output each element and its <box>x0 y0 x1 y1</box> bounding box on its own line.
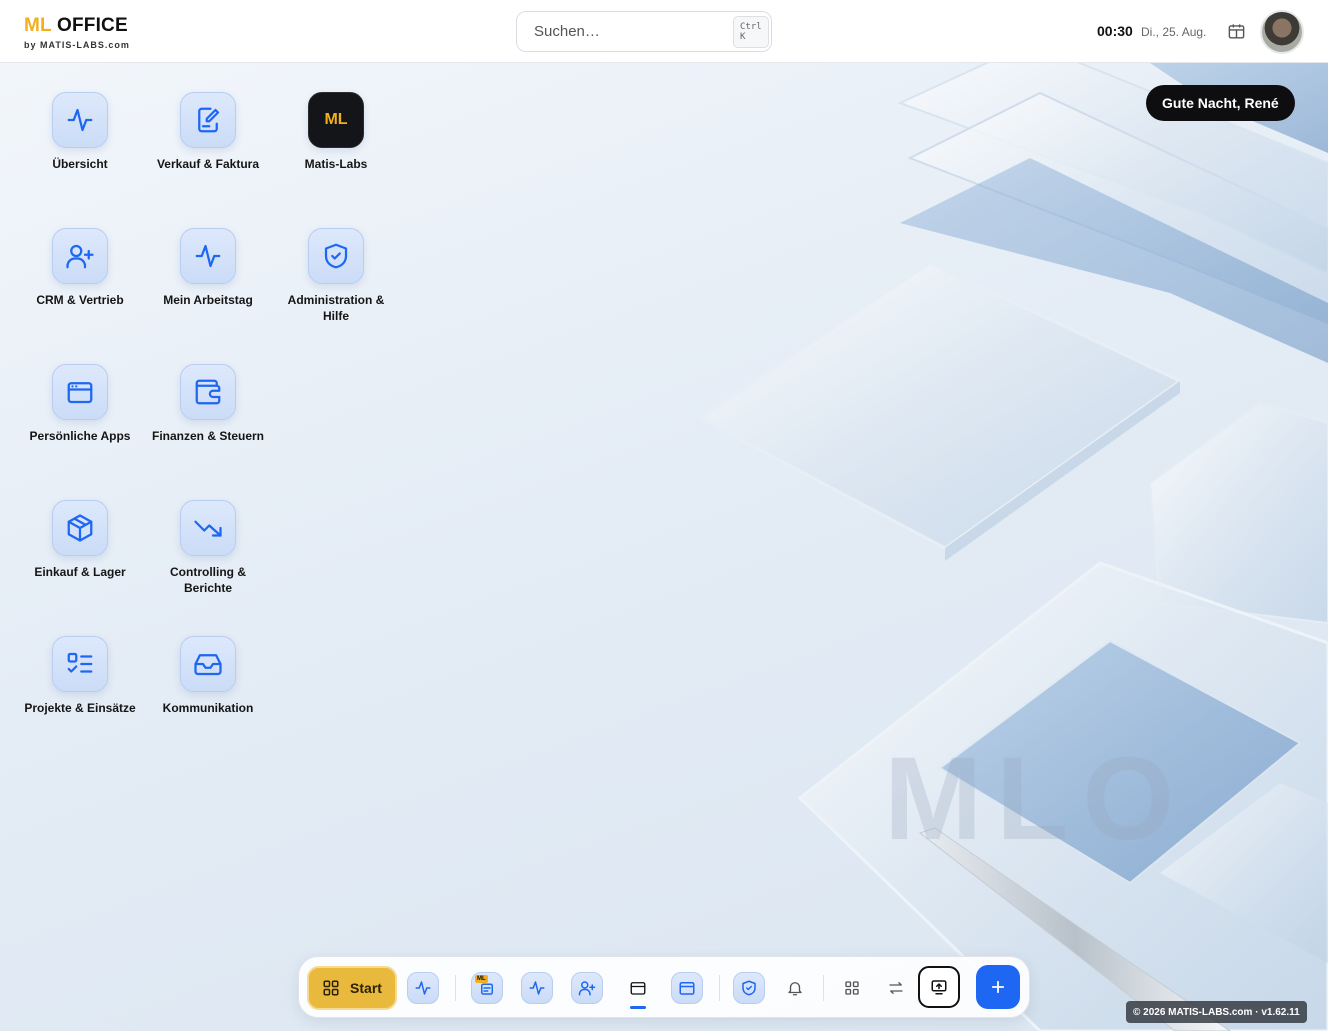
app-einkauf-lager[interactable]: Einkauf & Lager <box>20 500 140 580</box>
browser-window-icon <box>679 982 695 995</box>
search-box[interactable]: Ctrl K <box>516 11 772 52</box>
app-tile[interactable] <box>52 636 108 692</box>
ml-logo-text: ML <box>324 111 348 128</box>
activity-icon <box>415 981 431 995</box>
brand-subtitle: by MATIS-LABS.com <box>24 40 130 50</box>
user-plus-icon <box>66 244 94 269</box>
top-bar: ML OFFICE by MATIS-LABS.com Ctrl K 00:30… <box>0 0 1328 63</box>
app-label: Kommunikation <box>162 701 254 715</box>
dock-switch[interactable] <box>880 972 912 1004</box>
dock-browser-app[interactable] <box>671 972 703 1004</box>
dock-app-grid[interactable] <box>836 972 868 1004</box>
app-label: Matis-Labs <box>304 157 368 171</box>
trending-down-icon <box>194 520 222 537</box>
checklist-icon <box>67 652 93 673</box>
app-label: Übersicht <box>52 157 108 171</box>
taskbar-dock: Start ML <box>298 956 1030 1018</box>
add-button[interactable] <box>976 965 1020 1009</box>
brand-logo[interactable]: ML OFFICE by MATIS-LABS.com <box>24 15 130 50</box>
app-uebersicht[interactable]: Übersicht <box>20 92 140 172</box>
app-tile[interactable] <box>52 500 108 556</box>
package-icon <box>67 514 93 542</box>
screen-share-button[interactable] <box>918 966 960 1008</box>
dock-administration[interactable] <box>733 972 765 1004</box>
active-indicator <box>630 1006 646 1009</box>
browser-window-icon <box>630 982 646 995</box>
app-label: Administration & Hilfe <box>287 293 385 323</box>
shield-check-icon <box>742 980 756 996</box>
app-tile[interactable] <box>180 636 236 692</box>
dock-persoenliche-apps[interactable] <box>622 972 654 1004</box>
dock-ml-app[interactable]: ML <box>471 972 503 1004</box>
app-projekte-einsaetze[interactable]: Projekte & Einsätze <box>20 636 140 716</box>
app-controlling-berichte[interactable]: Controlling & Berichte <box>148 500 268 596</box>
dock-separator <box>719 975 720 1001</box>
plus-icon <box>991 980 1005 994</box>
user-avatar[interactable] <box>1260 10 1304 54</box>
bell-icon <box>788 982 802 996</box>
dock-crm[interactable] <box>571 972 603 1004</box>
app-tile[interactable] <box>180 92 236 148</box>
search-shortcut: Ctrl K <box>733 15 769 48</box>
app-tile[interactable] <box>52 92 108 148</box>
edit-document-icon <box>198 107 220 133</box>
app-kommunikation[interactable]: Kommunikation <box>148 636 268 716</box>
brand-office: OFFICE <box>56 15 128 36</box>
brand-title: ML OFFICE <box>24 15 130 37</box>
app-label: Projekte & Einsätze <box>24 701 136 715</box>
app-tile[interactable] <box>180 364 236 420</box>
app-tile[interactable] <box>180 500 236 556</box>
dock-separator <box>823 975 824 1001</box>
app-label: Persönliche Apps <box>29 429 131 443</box>
app-matis-labs[interactable]: ML Matis-Labs <box>276 92 396 172</box>
app-mein-arbeitstag[interactable]: Mein Arbeitstag <box>148 228 268 308</box>
app-finanzen-steuern[interactable]: Finanzen & Steuern <box>148 364 268 444</box>
clock-time: 00:30 <box>1097 23 1133 39</box>
app-crm-vertrieb[interactable]: CRM & Vertrieb <box>20 228 140 308</box>
dock-mein-arbeitstag[interactable] <box>521 972 553 1004</box>
activity-icon <box>67 108 93 132</box>
activity-icon <box>195 244 221 268</box>
inbox-icon <box>194 654 222 676</box>
app-verkauf-faktura[interactable]: Verkauf & Faktura <box>148 92 268 172</box>
search-input[interactable] <box>534 23 733 40</box>
greeting-pill: Gute Nacht, René <box>1146 85 1295 121</box>
start-label: Start <box>350 980 382 996</box>
activity-icon <box>529 981 545 995</box>
app-tile[interactable] <box>52 364 108 420</box>
dock-uebersicht[interactable] <box>407 972 439 1004</box>
app-tile[interactable] <box>52 228 108 284</box>
dock-notifications[interactable] <box>779 972 811 1004</box>
start-button[interactable]: Start <box>307 966 397 1010</box>
watermark-text: MLO <box>884 733 1189 865</box>
ml-logo-icon[interactable]: ML <box>308 92 364 148</box>
app-label: Controlling & Berichte <box>170 565 246 595</box>
wallet-icon <box>195 379 221 405</box>
browser-window-icon <box>67 382 93 404</box>
calendar-icon[interactable] <box>1227 22 1246 41</box>
brand-ml: ML <box>24 15 52 36</box>
dock-separator <box>455 975 456 1001</box>
user-plus-icon <box>578 981 596 996</box>
app-label: Verkauf & Faktura <box>156 157 260 171</box>
app-administration-hilfe[interactable]: Administration & Hilfe <box>276 228 396 324</box>
app-label: CRM & Vertrieb <box>36 293 124 307</box>
grid-icon <box>845 981 859 995</box>
grid-icon <box>323 980 339 996</box>
app-persoenliche-apps[interactable]: Persönliche Apps <box>20 364 140 444</box>
shield-check-icon <box>324 243 348 269</box>
app-tile[interactable] <box>308 228 364 284</box>
clock-date: Di., 25. Aug. <box>1141 25 1207 39</box>
ml-badge: ML <box>475 975 488 983</box>
version-footer: © 2026 MATIS-LABS.com · v1.62.11 <box>1126 1001 1307 1023</box>
swap-icon <box>889 982 903 994</box>
app-tile[interactable] <box>180 228 236 284</box>
app-label: Einkauf & Lager <box>34 565 126 579</box>
app-label: Mein Arbeitstag <box>163 293 253 307</box>
app-label: Finanzen & Steuern <box>151 429 264 443</box>
screen-share-icon <box>931 980 947 995</box>
